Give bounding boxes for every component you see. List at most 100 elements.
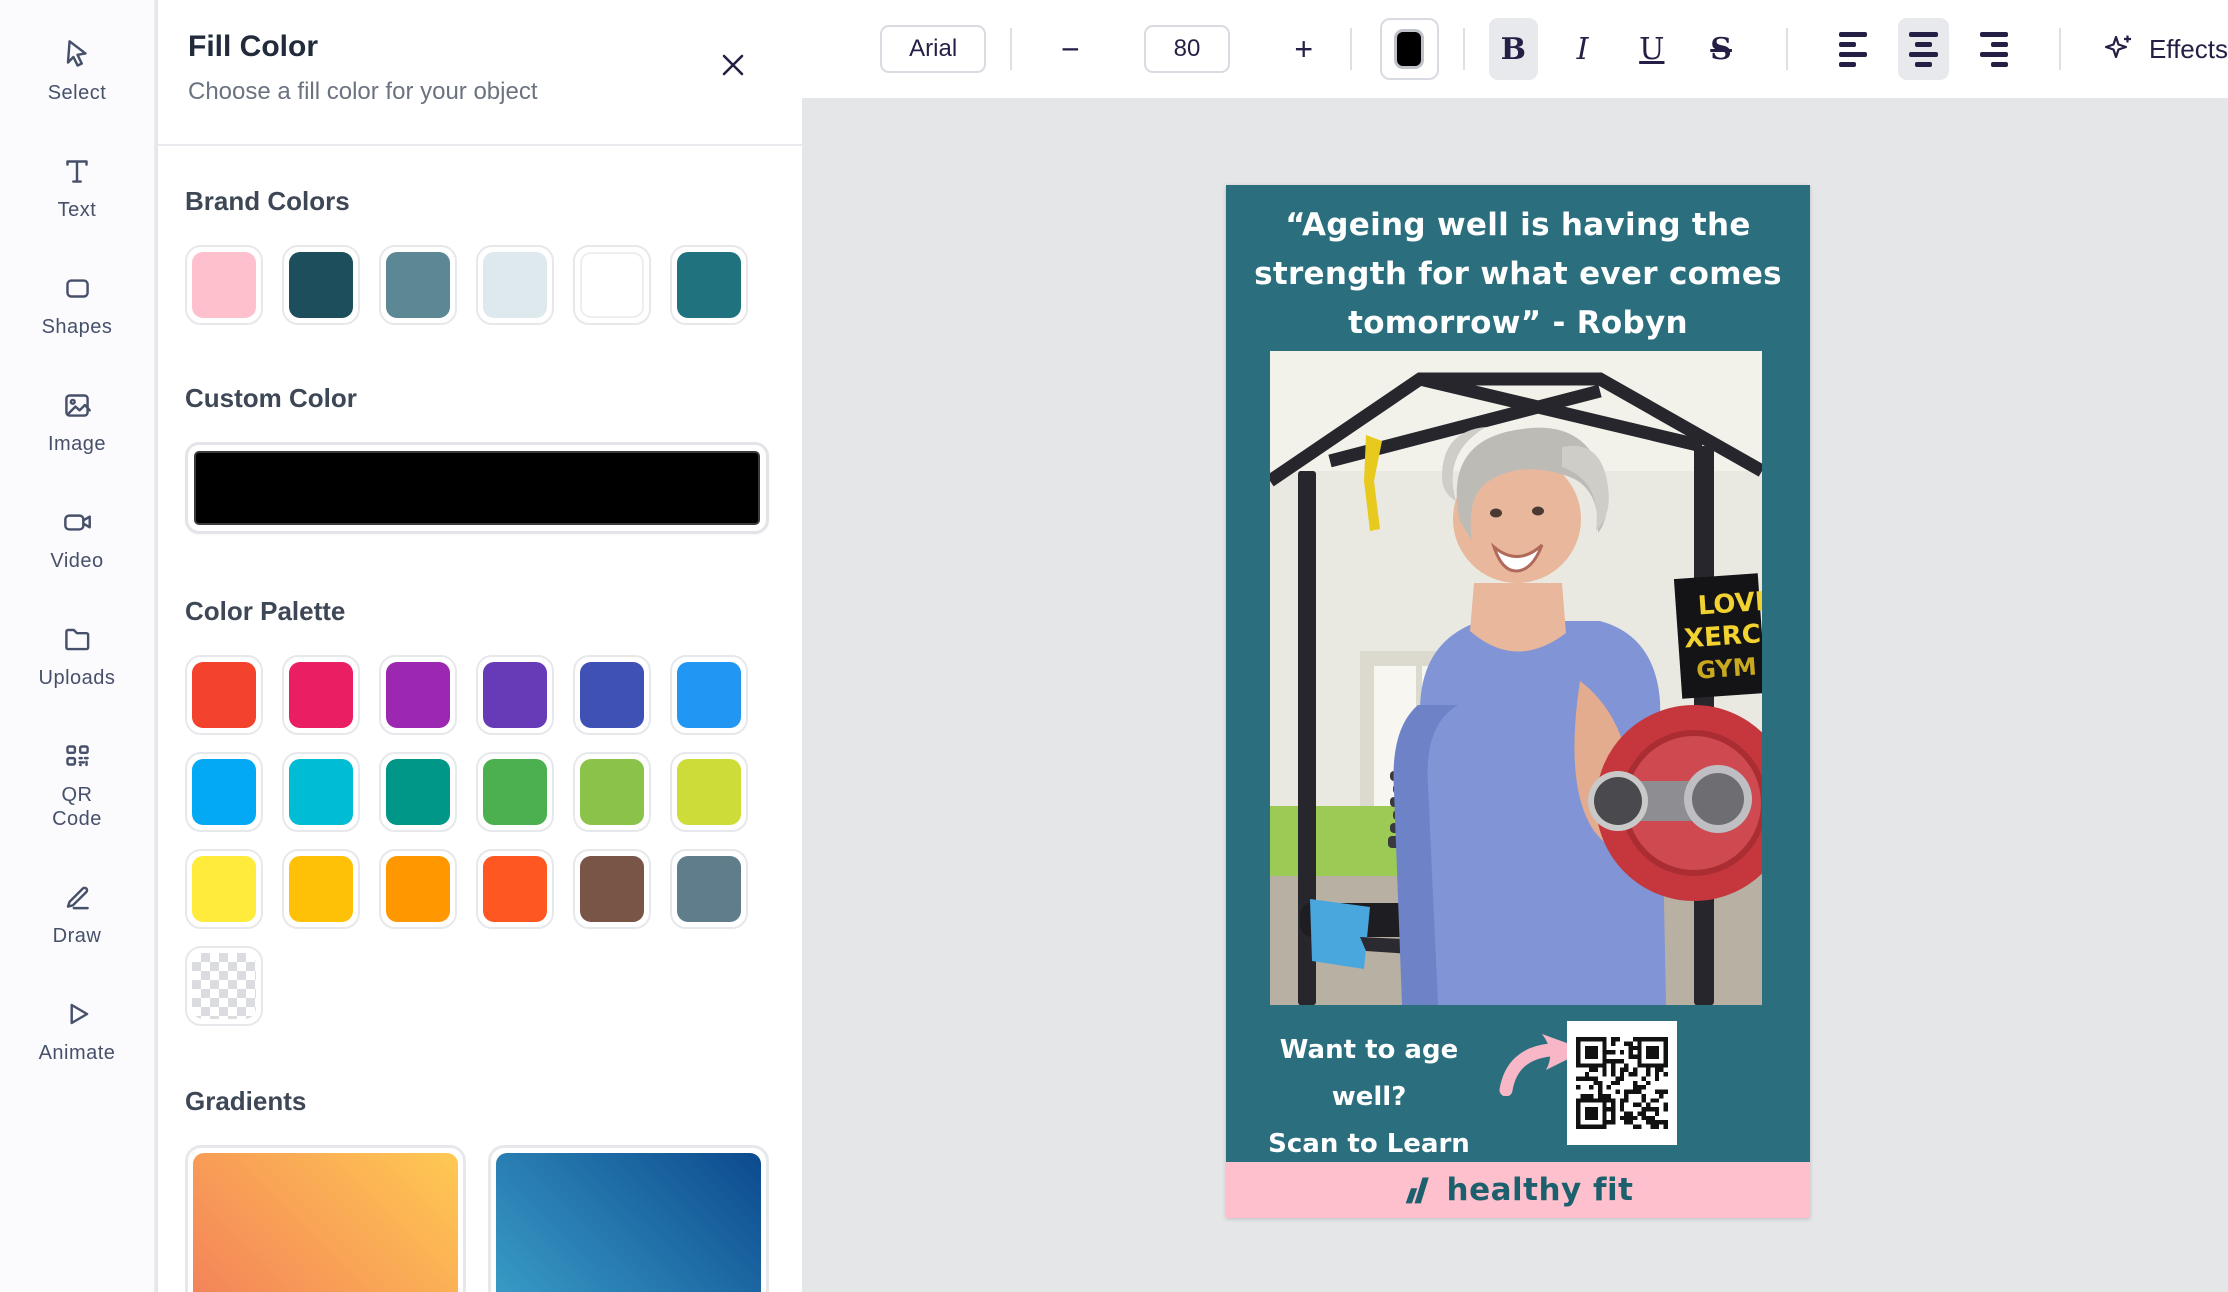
healthy-fit-logo-text: healthy fit (1447, 1172, 1634, 1208)
color-swatch[interactable] (670, 752, 748, 832)
color-swatch[interactable] (670, 849, 748, 929)
custom-color-label: Custom Color (185, 383, 775, 414)
tool-sidebar: Select Text Shapes Image Video Uploads Q… (0, 0, 156, 1292)
swatch-color (483, 856, 547, 922)
sidebar-item-image[interactable]: Image (17, 387, 137, 456)
cursor-icon (59, 36, 95, 72)
swatch-color (386, 759, 450, 825)
color-swatch[interactable] (670, 245, 748, 325)
color-swatch[interactable] (573, 245, 651, 325)
sidebar-item-select[interactable]: Select (17, 36, 137, 105)
swatch-color (483, 252, 547, 318)
color-swatch[interactable] (185, 655, 263, 735)
sidebar-item-label: Uploads (39, 666, 116, 690)
custom-color-swatch[interactable] (185, 442, 769, 534)
color-swatch[interactable] (185, 849, 263, 929)
sidebar-item-qr-code[interactable]: QR Code (17, 738, 137, 831)
swatch-color (192, 662, 256, 728)
color-swatch[interactable] (185, 245, 263, 325)
close-panel-button[interactable] (716, 48, 750, 82)
color-swatch[interactable] (282, 245, 360, 325)
color-swatch[interactable] (282, 752, 360, 832)
gradient-swatch[interactable] (185, 1145, 466, 1292)
text-format-toolbar: Arial − 80 + B I U S Effects (802, 0, 2228, 98)
color-swatch[interactable] (476, 655, 554, 735)
sidebar-item-label: Animate (39, 1041, 116, 1065)
swatch-color (386, 856, 450, 922)
sparkle-icon (2101, 31, 2137, 67)
pencil-icon (59, 879, 95, 915)
color-swatch[interactable] (379, 655, 457, 735)
font-size-input[interactable]: 80 (1144, 25, 1229, 73)
color-swatch[interactable] (282, 655, 360, 735)
color-swatch[interactable] (476, 849, 554, 929)
design-canvas[interactable]: “Ageing well is having the strength for … (802, 98, 2228, 1292)
color-swatch[interactable] (573, 849, 651, 929)
bold-button[interactable]: B (1489, 18, 1538, 80)
gradient-fill (193, 1153, 458, 1292)
color-swatch[interactable] (379, 849, 457, 929)
sidebar-item-animate[interactable]: Animate (17, 996, 137, 1065)
color-palette-grid (185, 655, 771, 1026)
swatch-color (677, 759, 741, 825)
gradient-swatch[interactable] (488, 1145, 769, 1292)
qr-code-image[interactable] (1567, 1021, 1677, 1145)
align-left-button[interactable] (1828, 18, 1878, 80)
color-swatch[interactable] (573, 752, 651, 832)
toolbar-divider (1010, 28, 1012, 70)
color-swatch[interactable] (185, 752, 263, 832)
color-swatch[interactable] (379, 752, 457, 832)
font-size-increase-button[interactable]: + (1286, 25, 1322, 73)
underline-button[interactable]: U (1627, 18, 1676, 80)
swatch-color (289, 252, 353, 318)
font-family-select[interactable]: Arial (880, 25, 986, 73)
color-swatch[interactable] (476, 752, 554, 832)
swatch-color (677, 252, 741, 318)
sidebar-item-video[interactable]: Video (17, 504, 137, 573)
text-color-chip (1394, 29, 1424, 69)
color-swatch[interactable] (573, 655, 651, 735)
sidebar-item-uploads[interactable]: Uploads (17, 621, 137, 690)
align-center-button[interactable] (1898, 18, 1948, 80)
poster-design[interactable]: “Ageing well is having the strength for … (1226, 185, 1810, 1218)
gradient-fill (496, 1153, 761, 1292)
sidebar-item-label: Video (50, 549, 103, 573)
sidebar-item-text[interactable]: Text (17, 153, 137, 222)
italic-button[interactable]: I (1558, 18, 1607, 80)
swatch-color (580, 662, 644, 728)
color-swatch[interactable] (379, 245, 457, 325)
text-color-button[interactable] (1380, 18, 1439, 80)
qr-pattern (1576, 1030, 1668, 1136)
sidebar-item-shapes[interactable]: Shapes (17, 270, 137, 339)
swatch-color (289, 662, 353, 728)
swatch-color (386, 662, 450, 728)
swatch-color (289, 759, 353, 825)
swatch-color (580, 252, 644, 318)
color-swatch[interactable] (670, 655, 748, 735)
strikethrough-button[interactable]: S (1696, 18, 1745, 80)
poster-footer[interactable]: healthy fit (1226, 1162, 1810, 1218)
effects-label: Effects (2149, 34, 2228, 65)
svg-text:LOVE: LOVE (1697, 586, 1762, 621)
sidebar-item-label: Shapes (42, 315, 113, 339)
font-size-decrease-button[interactable]: − (1052, 25, 1088, 73)
close-icon (719, 51, 747, 79)
poster-quote-text[interactable]: “Ageing well is having the strength for … (1226, 201, 1810, 348)
toolbar-divider (1786, 28, 1788, 70)
panel-body: Brand Colors Custom Color Color Palette … (158, 186, 802, 1292)
svg-text:GYM: GYM (1695, 653, 1757, 685)
panel-subtitle: Choose a fill color for your object (188, 78, 762, 106)
effects-button[interactable]: Effects (2101, 31, 2228, 67)
swatch-color (192, 856, 256, 922)
swatch-color (483, 662, 547, 728)
poster-photo[interactable]: LOVE XERCIS GYM (1270, 351, 1762, 1005)
folder-icon (59, 621, 95, 657)
color-swatch[interactable] (282, 849, 360, 929)
transparent-swatch[interactable] (185, 946, 263, 1026)
gradients-label: Gradients (185, 1086, 775, 1117)
align-right-button[interactable] (1969, 18, 2019, 80)
sidebar-item-label: QR Code (42, 783, 112, 831)
sidebar-item-draw[interactable]: Draw (17, 879, 137, 948)
color-swatch[interactable] (476, 245, 554, 325)
swatch-color (192, 759, 256, 825)
